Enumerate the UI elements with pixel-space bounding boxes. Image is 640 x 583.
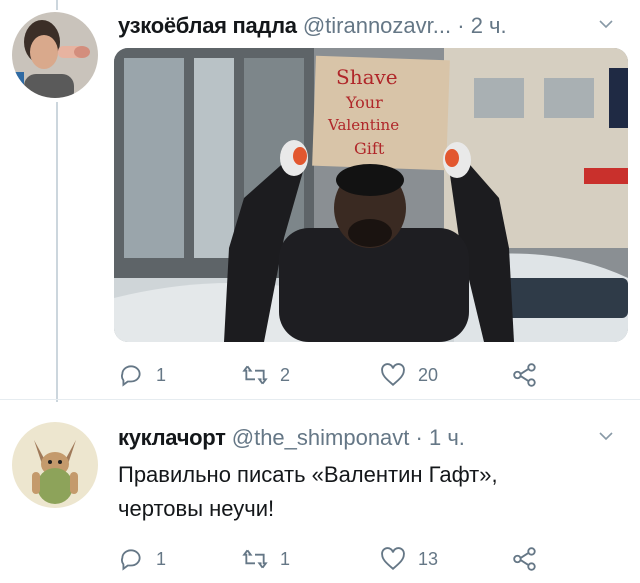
retweet-icon — [242, 365, 268, 385]
reply-button[interactable]: 1 — [118, 362, 166, 388]
reply-button[interactable]: 1 — [118, 546, 166, 572]
share-icon — [513, 547, 536, 571]
tweet-header: узкоёблая падла @tirannozavr... · 2 ч. — [118, 12, 626, 40]
reply-count: 1 — [156, 364, 167, 385]
tweet-header: куклачорт @the_shimponavt · 1 ч. — [118, 424, 626, 452]
avatar[interactable] — [12, 12, 98, 98]
share-icon — [513, 363, 536, 387]
author-handle[interactable]: @tirannozavr... — [303, 13, 451, 38]
reply-count: 1 — [156, 548, 167, 569]
like-icon — [381, 547, 405, 570]
like-button[interactable]: 20 — [380, 362, 438, 388]
svg-text:Valentine: Valentine — [327, 116, 399, 134]
tweet[interactable]: куклачорт @the_shimponavt · 1 ч. Правиль… — [0, 400, 640, 583]
retweet-button[interactable]: 1 — [242, 546, 290, 572]
tweet-text-line: чертовы неучи! — [118, 496, 275, 521]
author-name[interactable]: узкоёблая падла — [118, 13, 297, 38]
chevron-down-icon[interactable] — [598, 12, 614, 40]
tweet-actions: 1 2 20 — [118, 362, 618, 390]
tweet-photo[interactable]: Shave Your Valentine Gift — [114, 48, 628, 342]
like-count: 20 — [418, 364, 439, 385]
share-button[interactable] — [512, 362, 538, 388]
chevron-down-icon[interactable] — [598, 424, 614, 452]
retweet-icon — [242, 549, 268, 569]
tweet-text: Правильно писать «Валентин Гафт», чертов… — [118, 458, 498, 526]
tweet-text-line: Правильно писать «Валентин Гафт», — [118, 462, 498, 487]
timestamp[interactable]: 2 ч. — [471, 13, 507, 38]
author-handle[interactable]: @the_shimponavt — [232, 425, 410, 450]
svg-text:Your: Your — [345, 93, 383, 112]
separator: · — [457, 13, 465, 38]
retweet-count: 1 — [280, 548, 291, 569]
like-count: 13 — [418, 548, 439, 569]
reply-icon — [121, 549, 141, 571]
avatar[interactable] — [12, 422, 98, 508]
timestamp[interactable]: 1 ч. — [429, 425, 465, 450]
retweet-count: 2 — [280, 364, 291, 385]
separator: · — [415, 425, 423, 450]
svg-text:Gift: Gift — [354, 139, 385, 158]
retweet-button[interactable]: 2 — [242, 362, 290, 388]
share-button[interactable] — [512, 546, 538, 572]
reply-icon — [121, 365, 141, 387]
author-name[interactable]: куклачорт — [118, 425, 226, 450]
tweet-actions: 1 1 13 — [118, 546, 618, 574]
like-icon — [381, 363, 405, 386]
like-button[interactable]: 13 — [380, 546, 438, 572]
tweet[interactable]: узкоёблая падла @tirannozavr... · 2 ч. S… — [0, 0, 640, 400]
svg-text:Shave: Shave — [336, 65, 398, 89]
